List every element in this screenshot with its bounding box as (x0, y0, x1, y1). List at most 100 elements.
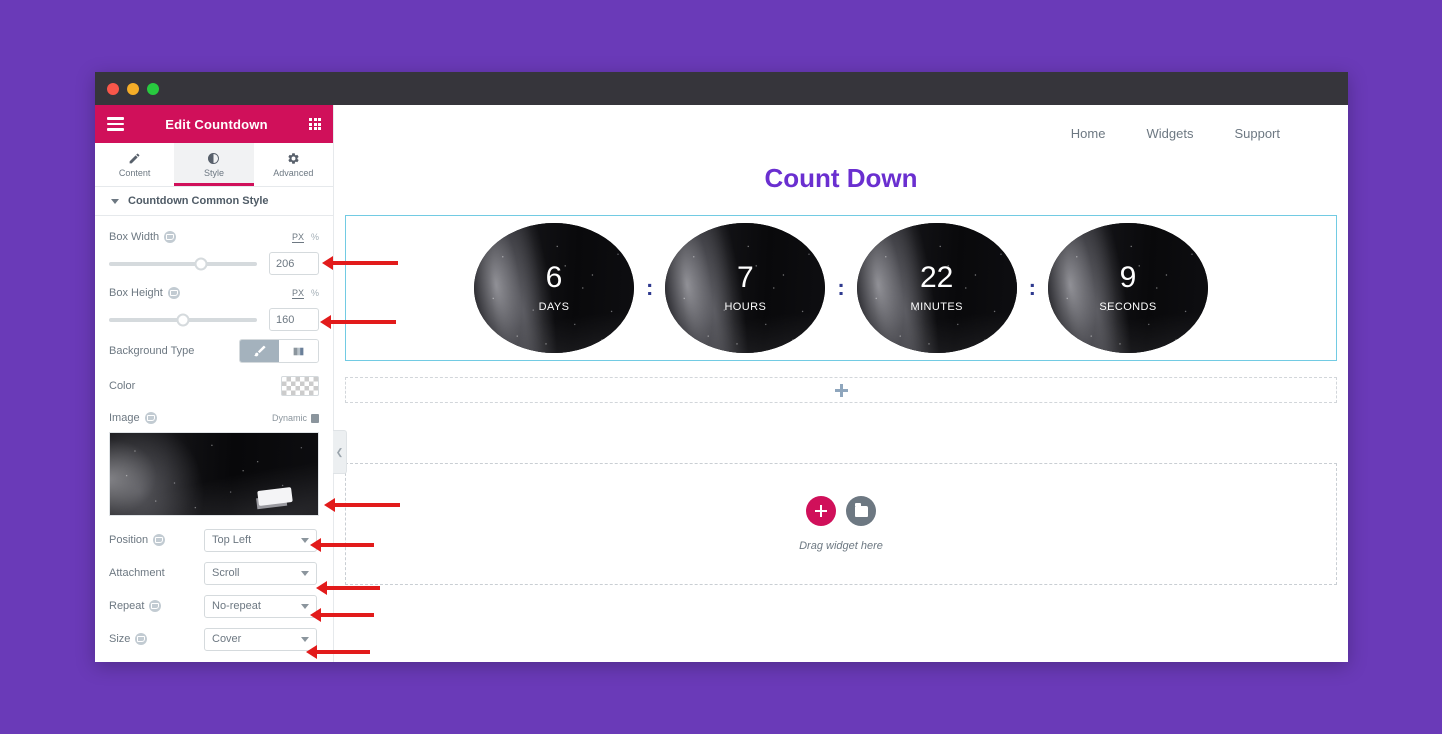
repeat-label: Repeat (109, 600, 145, 612)
image-label: Image (109, 412, 140, 424)
dynamic-tag-button[interactable]: Dynamic (272, 413, 319, 423)
repeat-select-value: No-repeat (212, 600, 261, 612)
control-color: Color (109, 373, 319, 399)
box-height-units: PX % (291, 288, 319, 299)
responsive-icon[interactable] (164, 231, 177, 243)
box-height-input[interactable]: 160 (269, 308, 319, 331)
panel-header: Edit Countdown (95, 105, 333, 143)
position-select[interactable]: Top Left (204, 528, 317, 552)
pencil-icon (129, 153, 140, 163)
countdown-section[interactable]: 6 DAYS : 7 HOURS : 22 MINUTES: 9 SECOND… (345, 215, 1337, 361)
box-width-units: PX % (291, 232, 319, 243)
unit-px[interactable]: PX (291, 232, 304, 243)
countdown-minutes-value: 22 (919, 261, 954, 294)
size-label-group: Size (109, 633, 204, 645)
box-width-label-group: Box Width (109, 231, 177, 243)
nav-item-home[interactable]: Home (1071, 126, 1106, 141)
repeat-select[interactable]: No-repeat (204, 594, 317, 618)
gear-icon (288, 152, 299, 164)
background-type-classic-button[interactable] (240, 340, 279, 362)
size-select-value: Cover (212, 633, 242, 645)
control-box-height: Box Height PX % 160 (109, 282, 319, 331)
annotation-arrow-image (334, 503, 400, 507)
background-type-toggle (239, 339, 319, 363)
tab-content[interactable]: Content (95, 143, 174, 186)
nav-item-support[interactable]: Support (1234, 126, 1280, 141)
browser-window: Edit Countdown Content Style Advanced Co… (95, 72, 1348, 662)
control-background-type: Background Type (109, 338, 319, 364)
widget-drop-zone[interactable]: Drag widget here (345, 463, 1337, 585)
window-titlebar (95, 72, 1348, 105)
responsive-icon[interactable] (149, 600, 162, 612)
box-height-label: Box Height (109, 287, 163, 299)
template-library-button[interactable] (846, 496, 876, 526)
color-swatch[interactable] (281, 376, 319, 396)
annotation-arrow-box-width (332, 261, 398, 265)
panel-collapse-handle[interactable]: ❮ (333, 430, 347, 474)
dynamic-icon (311, 413, 319, 423)
chevron-down-icon (111, 198, 119, 204)
responsive-icon[interactable] (135, 633, 148, 645)
countdown-item-seconds: 9 SECONDS (1047, 223, 1208, 353)
unit-percent[interactable]: % (311, 232, 319, 242)
annotation-arrow-box-height (330, 320, 396, 324)
control-position: Position Top Left (109, 526, 319, 554)
image-thumbnail[interactable] (109, 432, 319, 516)
responsive-icon[interactable] (153, 534, 166, 546)
size-select[interactable]: Cover (204, 627, 317, 651)
color-label: Color (109, 380, 136, 392)
countdown-separator: : (837, 275, 845, 300)
chevron-left-icon: ❮ (335, 446, 344, 457)
background-type-label: Background Type (109, 345, 195, 357)
countdown-minutes-label: MINUTES (910, 301, 963, 313)
site-navigation: Home Widgets Support (334, 105, 1348, 161)
hamburger-icon[interactable] (107, 117, 124, 131)
box-width-input[interactable]: 206 (269, 252, 319, 275)
responsive-icon[interactable] (167, 287, 180, 299)
control-image: Image Dynamic (109, 408, 319, 428)
tab-style[interactable]: Style (174, 143, 254, 186)
close-button[interactable] (107, 82, 119, 95)
nav-item-widgets[interactable]: Widgets (1146, 126, 1193, 141)
countdown-days-value: 6 (545, 261, 563, 294)
box-height-slider[interactable] (109, 313, 257, 326)
plus-icon (815, 505, 827, 517)
unit-px[interactable]: PX (291, 288, 304, 299)
dynamic-label: Dynamic (271, 413, 307, 423)
tab-content-label: Content (118, 167, 151, 178)
annotation-arrow-position (320, 543, 374, 547)
folder-icon (854, 502, 868, 517)
countdown-item-minutes: 22 MINUTES (856, 223, 1017, 353)
box-width-slider[interactable] (109, 257, 257, 270)
minimize-button[interactable] (127, 82, 139, 95)
control-box-width: Box Width PX % 206 (109, 226, 319, 275)
responsive-icon[interactable] (144, 412, 157, 424)
repeat-label-group: Repeat (109, 600, 204, 612)
chevron-down-icon (301, 603, 309, 609)
position-label-group: Position (109, 534, 204, 546)
section-header-countdown-common-style[interactable]: Countdown Common Style (95, 187, 333, 216)
attachment-label: Attachment (109, 567, 165, 579)
drop-zone-buttons (806, 496, 876, 526)
unit-percent[interactable]: % (311, 288, 319, 298)
background-type-gradient-button[interactable] (279, 340, 318, 362)
countdown-hours-label: HOURS (724, 301, 767, 313)
box-height-slider-knob[interactable] (176, 313, 190, 326)
countdown-seconds-value: 9 (1119, 261, 1137, 294)
grid-icon[interactable] (309, 118, 321, 130)
countdown-heading: Count Down (764, 163, 918, 193)
panel-title: Edit Countdown (165, 116, 268, 132)
box-height-label-group: Box Height (109, 287, 180, 299)
box-width-label: Box Width (109, 231, 160, 243)
countdown-item-days: 6 DAYS (474, 223, 634, 353)
add-section-button[interactable] (345, 377, 1337, 403)
box-width-slider-knob[interactable] (194, 257, 208, 270)
countdown-days-label: DAYS (538, 301, 570, 313)
annotation-arrow-attachment (326, 586, 380, 590)
control-attachment: Attachment Scroll (109, 559, 319, 587)
add-widget-button[interactable] (806, 496, 836, 526)
tab-advanced[interactable]: Advanced (254, 143, 333, 186)
maximize-button[interactable] (147, 82, 159, 95)
attachment-select[interactable]: Scroll (204, 561, 317, 585)
tab-style-label: Style (203, 167, 224, 178)
